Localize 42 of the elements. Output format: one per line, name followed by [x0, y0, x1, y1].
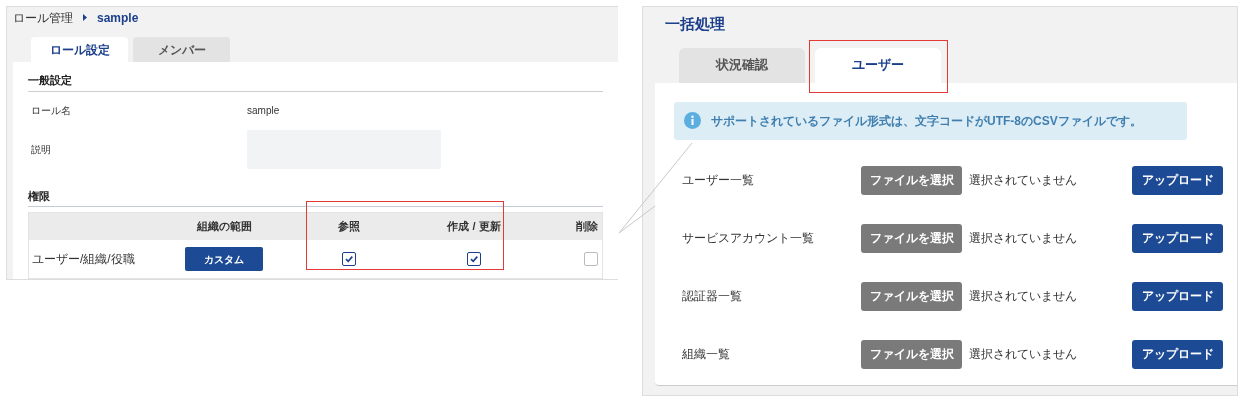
choose-file-button[interactable]: ファイルを選択: [861, 223, 962, 253]
info-icon: [684, 112, 701, 129]
upload-button[interactable]: アップロード: [1132, 281, 1223, 311]
info-message: サポートされているファイル形式は、文字コードがUTF-8のCSVファイルです。: [711, 112, 1142, 130]
tab[interactable]: ロール設定: [31, 37, 128, 62]
caret-icon: [83, 14, 87, 21]
file-status: 選択されていません: [969, 288, 1078, 305]
checkbox[interactable]: [584, 252, 598, 266]
checkbox[interactable]: [467, 252, 481, 266]
row-label: 認証器一覧: [681, 288, 743, 305]
field-label: 説明: [30, 143, 52, 157]
column-header: 組織の範囲: [196, 219, 252, 235]
file-status: 選択されていません: [969, 172, 1078, 189]
file-status: 選択されていません: [969, 230, 1078, 247]
column-header: 参照: [338, 219, 360, 235]
row-label: サービスアカウント一覧: [681, 230, 815, 247]
checkbox[interactable]: [342, 252, 356, 266]
breadcrumb-current: sample: [97, 9, 139, 27]
tab[interactable]: ユーザー: [815, 47, 941, 83]
column-header: 削除: [576, 219, 598, 235]
choose-file-button[interactable]: ファイルを選択: [861, 165, 962, 195]
upload-button[interactable]: アップロード: [1132, 223, 1223, 253]
section-heading: 一般設定: [28, 72, 603, 92]
tab[interactable]: 状況確認: [679, 47, 805, 83]
section-heading: 権限: [28, 187, 603, 207]
column-header: 作成 / 更新: [447, 219, 501, 235]
choose-file-button[interactable]: ファイルを選択: [861, 339, 962, 369]
custom-button[interactable]: カスタム: [185, 247, 263, 271]
row-label: ユーザー/組織/役職: [31, 251, 136, 268]
upload-button[interactable]: アップロード: [1132, 339, 1223, 369]
page-title: 一括処理: [665, 14, 726, 34]
file-status: 選択されていません: [969, 346, 1078, 363]
row-label: 組織一覧: [681, 346, 731, 363]
field-value: sample: [247, 104, 280, 118]
check-icon: [344, 254, 354, 264]
field-label: ロール名: [30, 104, 72, 118]
choose-file-button[interactable]: ファイルを選択: [861, 281, 962, 311]
breadcrumb-link[interactable]: ロール管理: [13, 8, 73, 27]
row-label: ユーザー一覧: [681, 172, 755, 189]
check-icon: [469, 254, 479, 264]
tab[interactable]: メンバー: [133, 37, 230, 62]
upload-button[interactable]: アップロード: [1132, 165, 1223, 195]
